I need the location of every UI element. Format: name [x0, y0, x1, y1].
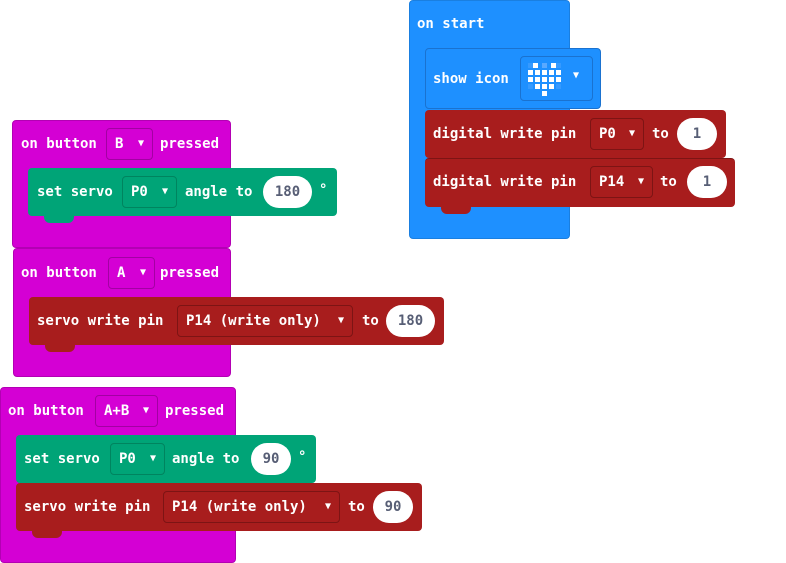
- servo-write-value-ab[interactable]: 90: [373, 491, 413, 523]
- show-icon-label: show icon: [433, 71, 509, 87]
- chevron-down-icon: ▼: [628, 128, 635, 139]
- digital-write-label-1: digital write pin: [433, 126, 577, 142]
- block-notch: [441, 206, 471, 214]
- chevron-down-icon: ▼: [324, 501, 331, 512]
- to-label-2: to: [660, 174, 677, 190]
- on-button-label: on button: [21, 136, 97, 152]
- pressed-label: pressed: [160, 136, 220, 152]
- pin-dropdown-1[interactable]: P0 ▼: [590, 118, 644, 150]
- chevron-down-icon: ▼: [142, 405, 149, 416]
- on-start-label: on start: [417, 16, 485, 32]
- pin-dropdown-2[interactable]: P14 ▼: [590, 166, 653, 198]
- chevron-down-icon: ▼: [337, 315, 344, 326]
- on-button-label: on button: [8, 403, 84, 419]
- value-input-2[interactable]: 1: [687, 166, 727, 198]
- servo-write-value-a[interactable]: 180: [386, 305, 435, 337]
- block-notch: [44, 215, 74, 223]
- chevron-down-icon: ▼: [137, 138, 144, 149]
- chevron-down-icon: ▼: [573, 70, 580, 81]
- to-label: to: [348, 499, 365, 515]
- digital-write-label-2: digital write pin: [433, 174, 577, 190]
- servo-write-label: servo write pin: [37, 313, 164, 329]
- button-dropdown-b[interactable]: B ▼: [106, 128, 153, 160]
- servo-pin-dropdown-b[interactable]: P0 ▼: [122, 176, 177, 208]
- angle-input-b[interactable]: 180: [263, 176, 312, 208]
- block-notch: [45, 344, 75, 352]
- pressed-label: pressed: [160, 265, 220, 281]
- servo-write-label: servo write pin: [24, 499, 151, 515]
- servo-write-pin-dropdown-ab[interactable]: P14 (write only) ▼: [163, 491, 340, 523]
- angle-to-label: angle to: [185, 184, 253, 200]
- servo-write-pin-dropdown-a[interactable]: P14 (write only) ▼: [177, 305, 353, 337]
- angle-input-ab[interactable]: 90: [251, 443, 291, 475]
- to-label-1: to: [652, 126, 669, 142]
- set-servo-label: set servo: [37, 184, 113, 200]
- on-button-label: on button: [21, 265, 97, 281]
- block-notch: [32, 530, 62, 538]
- heart-icon: [528, 63, 561, 96]
- degree-label: °: [298, 449, 307, 465]
- set-servo-label: set servo: [24, 451, 100, 467]
- chevron-down-icon: ▼: [149, 453, 156, 464]
- chevron-down-icon: ▼: [139, 267, 146, 278]
- chevron-down-icon: ▼: [161, 186, 168, 197]
- to-label: to: [362, 313, 379, 329]
- value-input-1[interactable]: 1: [677, 118, 717, 150]
- button-dropdown-ab[interactable]: A+B ▼: [95, 395, 158, 427]
- degree-label: °: [319, 182, 328, 198]
- servo-pin-dropdown-ab[interactable]: P0 ▼: [110, 443, 165, 475]
- angle-to-label: angle to: [172, 451, 240, 467]
- chevron-down-icon: ▼: [637, 176, 644, 187]
- button-dropdown-a[interactable]: A ▼: [108, 257, 155, 289]
- pressed-label: pressed: [165, 403, 225, 419]
- icon-dropdown[interactable]: ▼: [520, 56, 593, 101]
